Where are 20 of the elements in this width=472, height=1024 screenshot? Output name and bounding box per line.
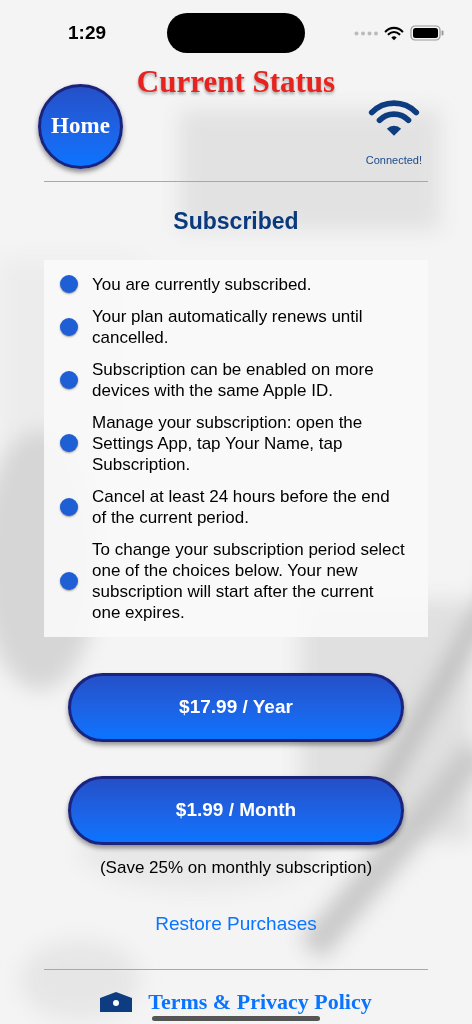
plan-button[interactable]: $17.99 / Year xyxy=(68,672,404,742)
wifi-icon xyxy=(366,98,421,138)
battery-icon xyxy=(410,25,444,41)
savings-note: (Save 25% on monthly subscription) xyxy=(99,856,373,879)
restore-purchases-link[interactable]: Restore Purchases xyxy=(155,910,317,939)
info-text: Your plan automatically renews until cancelled. xyxy=(92,305,364,348)
info-text: Cancel at least 24 hours before the end of the current period. xyxy=(92,485,391,528)
info-text: To change your subscription period select one of the choices below. Your new subscription will start after the current one expires. xyxy=(92,538,406,623)
info-text: Subscription can be enabled on more devices with the same Apple ID. xyxy=(92,358,375,401)
cellular-signal-icon xyxy=(354,30,378,36)
page-title: Current Status xyxy=(136,64,336,100)
info-text: Manage your subscription: open the Settings App, tap Your Name, tap Subscription. xyxy=(92,411,364,475)
plan-button[interactable]: $1.99 / Month xyxy=(68,775,404,845)
wifi-icon xyxy=(384,25,404,41)
shield-icon xyxy=(100,991,133,1012)
terms-privacy-link[interactable]: Terms & Privacy Policy xyxy=(148,989,372,1014)
status-time: 1:29 xyxy=(68,20,108,45)
info-text: You are currently subscribed. xyxy=(92,273,313,295)
subscription-status: Subscribed xyxy=(173,207,299,236)
connection-status: Connected! xyxy=(365,153,422,168)
